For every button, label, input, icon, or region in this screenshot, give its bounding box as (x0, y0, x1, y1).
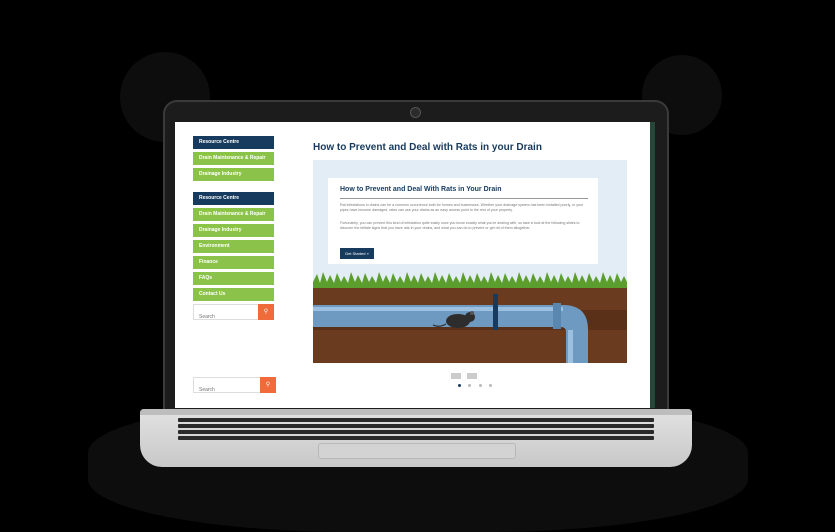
slide-dot[interactable] (468, 384, 472, 387)
keyboard (178, 417, 654, 441)
pipe-illustration (313, 294, 588, 363)
sidebar-item-faqs[interactable]: FAQs (193, 272, 274, 285)
page-title: How to Prevent and Deal with Rats in you… (313, 142, 542, 153)
slide-dots (458, 374, 495, 392)
slideshow: How to Prevent and Deal With Rats in You… (313, 160, 627, 363)
sidebar-item-resource-centre[interactable]: Resource Centre (193, 136, 274, 149)
sidebar-item-drain-maintenance[interactable]: Drain Maintenance & Repair (193, 208, 274, 221)
sidebar-item-environment[interactable]: Environment (193, 240, 274, 253)
sidebar-item-finance[interactable]: Finance (193, 256, 274, 269)
search-icon: ⚲ (265, 382, 271, 388)
sidebar-item-drainage-industry[interactable]: Drainage Industry (193, 168, 274, 181)
get-started-button[interactable]: Get Started » (340, 248, 374, 259)
divider (340, 198, 588, 199)
sidebar: Resource Centre Drain Maintenance & Repa… (193, 136, 274, 323)
webcam-icon (410, 107, 421, 118)
search-input[interactable] (194, 384, 259, 396)
slide-dot[interactable] (458, 384, 461, 387)
search-icon: ⚲ (263, 309, 269, 315)
key-row (178, 424, 654, 428)
screen-edge (650, 122, 655, 408)
laptop-screen: Resource Centre Drain Maintenance & Repa… (175, 122, 655, 408)
key-row (178, 430, 654, 434)
slide-paragraph: Fortunately, you can prevent this kind o… (340, 221, 580, 230)
bottom-search: ⚲ (193, 377, 276, 396)
sidebar-item-resource-centre[interactable]: Resource Centre (193, 192, 274, 205)
sidebar-search: ⚲ (193, 304, 274, 323)
laptop-lid: Resource Centre Drain Maintenance & Repa… (163, 100, 669, 415)
slide-dot[interactable] (478, 384, 482, 387)
slide-dot[interactable] (489, 384, 493, 387)
sidebar-item-drain-maintenance[interactable]: Drain Maintenance & Repair (193, 152, 274, 165)
search-button[interactable]: ⚲ (260, 377, 276, 393)
search-input[interactable] (194, 311, 259, 323)
key-row (178, 418, 654, 422)
laptop-base (140, 409, 692, 467)
sidebar-item-contact-us[interactable]: Contact Us (193, 288, 274, 301)
slide-paragraph: Rat infestations in drains can be a comm… (340, 203, 584, 212)
slide-card: How to Prevent and Deal With Rats in You… (328, 178, 598, 264)
key-row (178, 436, 654, 440)
sidebar-item-drainage-industry[interactable]: Drainage Industry (193, 224, 274, 237)
laptop-hinge (140, 409, 692, 415)
search-button[interactable]: ⚲ (258, 304, 274, 320)
slide-title: How to Prevent and Deal With Rats in You… (340, 186, 502, 193)
touchpad (318, 443, 516, 459)
